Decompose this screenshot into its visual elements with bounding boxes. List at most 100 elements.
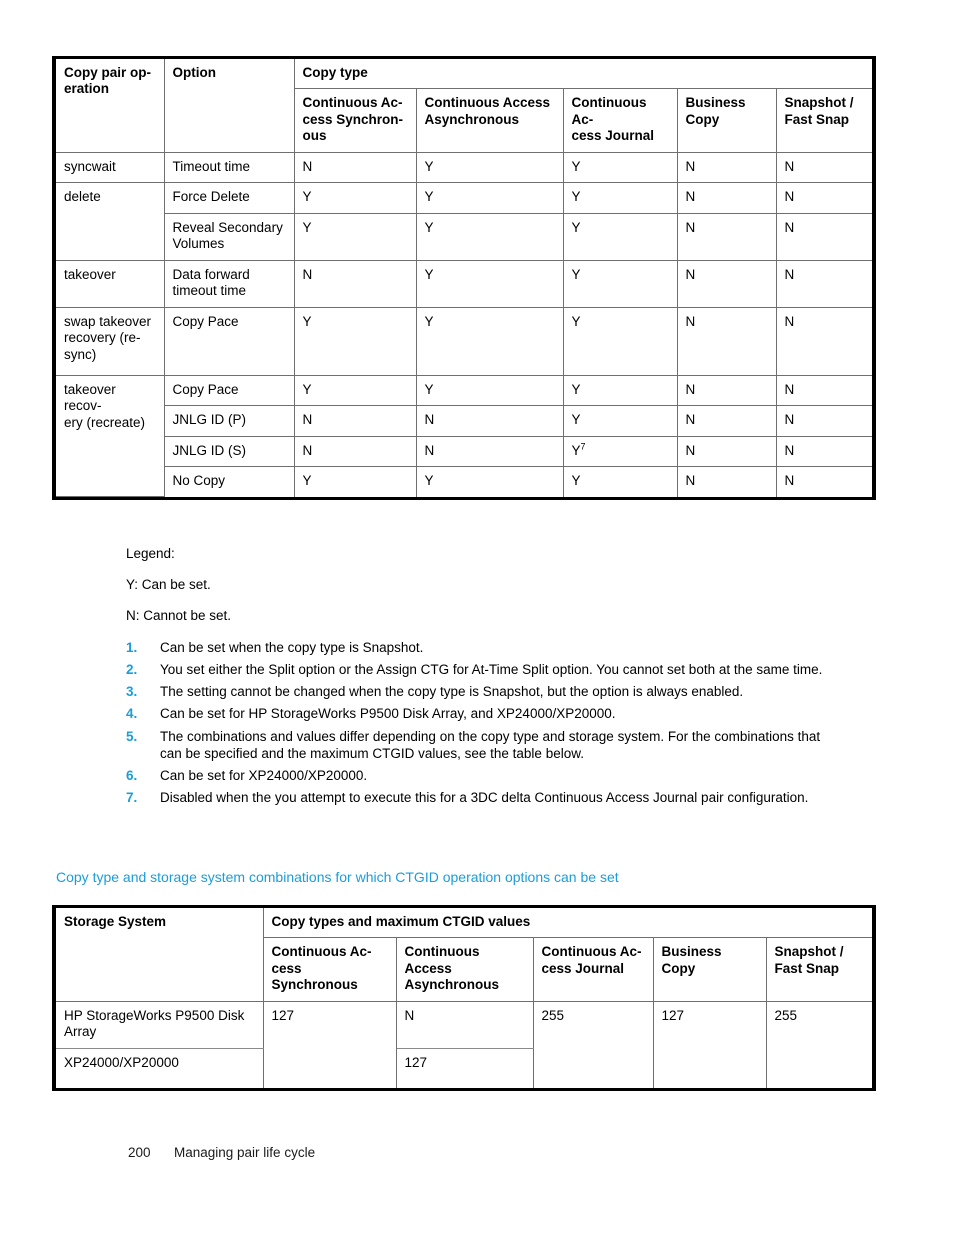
cell-option: Data forward timeout time: [163, 259, 295, 308]
cell-operation: delete: [56, 182, 165, 261]
cell-value: N: [293, 435, 417, 468]
table-row: syncwait Timeout time N Y Y N N: [56, 151, 873, 184]
cell-value: Y: [415, 182, 564, 214]
header-continuous-access-journal: Continuous Ac-cess Journal: [532, 937, 654, 1002]
table-row: JNLG ID (P) N N Y N N: [56, 405, 873, 437]
page-footer: 200 Managing pair life cycle: [128, 1145, 315, 1160]
footnote-number: 3.: [126, 684, 138, 700]
cell-value: Y: [415, 151, 564, 184]
cell-value: N: [415, 405, 564, 437]
cell-value: Y: [293, 374, 417, 407]
table-row: HP StorageWorks P9500 Disk Array 127 N 25…: [56, 1000, 873, 1089]
legend-title: Legend:: [126, 546, 175, 561]
cell-value: Y: [562, 151, 678, 184]
table-row: JNLG ID (S) N N Y7 N N: [56, 435, 873, 468]
footnote-item: 1. Can be set when the copy type is Snap…: [126, 639, 842, 656]
header-copy-type-group: Copy type: [293, 59, 873, 90]
table-row: takeover recov-ery (recreate) Copy Pace …: [56, 374, 873, 498]
footnote-item: 2. You set either the Split option or th…: [126, 661, 842, 678]
cell-value: Y: [562, 466, 678, 497]
footer-page-number: 200: [128, 1145, 151, 1160]
footnote-number: 4.: [126, 706, 138, 722]
header-snapshot-fast-snap: Snapshot / Fast Snap: [765, 937, 873, 1002]
cell-value: N: [775, 466, 873, 497]
document-page: Copy pair op-eration Option Copy type Co…: [0, 0, 954, 1235]
cell-value: N: [676, 466, 777, 497]
cell-storage-system: HP StorageWorks P9500 Disk Array: [56, 1000, 264, 1049]
header-copy-pair-operation: Copy pair op-eration: [56, 59, 165, 153]
ctgid-values-table: Storage System Copy types and maximum CT…: [56, 908, 873, 1089]
cell-ca-async-p9500-value: N: [395, 1000, 534, 1049]
cell-value: N: [676, 182, 777, 214]
footnote-item: 6. Can be set for XP24000/XP20000.: [126, 767, 842, 784]
cell-value: N: [676, 151, 777, 184]
cell-value: Y: [562, 306, 678, 376]
cell-value: Y: [562, 259, 678, 308]
cell-operation: syncwait: [56, 151, 165, 184]
cell-ca-async-xp-value: 127: [395, 1047, 534, 1089]
header-ctgid-group: Copy types and maximum CTGID values: [262, 908, 873, 939]
ctgid-table-caption-link[interactable]: Copy type and storage system combination…: [56, 869, 619, 885]
footnote-text: You set either the Split option or the A…: [160, 661, 823, 677]
cell-ca-sync-value: 127: [262, 1000, 397, 1089]
cell-value-with-footnote: Y7: [562, 435, 678, 468]
table-row: delete Force Delete Y Y Y N N: [56, 182, 873, 261]
table-body: syncwait Timeout time N Y Y N N delete F…: [56, 151, 873, 498]
cell-option: Timeout time: [163, 151, 295, 184]
copy-pair-operation-table: Copy pair op-eration Option Copy type Co…: [56, 59, 873, 498]
header-continuous-access-synchronous: Continuous Ac-cess Synchron-ous: [293, 88, 417, 153]
cell-operation: swap takeover recovery (re-sync): [56, 306, 165, 376]
cell-value: N: [676, 374, 777, 407]
cell-option: JNLG ID (P): [163, 405, 295, 437]
footnote-list: 1. Can be set when the copy type is Snap…: [126, 639, 842, 807]
footnote-text: Disabled when the you attempt to execute…: [160, 790, 809, 806]
cell-business-copy-value: 127: [652, 1000, 767, 1089]
footnote-number: 2.: [126, 661, 138, 677]
table-body: HP StorageWorks P9500 Disk Array 127 N 25…: [56, 1000, 873, 1089]
cell-value: N: [293, 259, 417, 308]
ctgid-values-table-wrapper: Storage System Copy types and maximum CT…: [52, 905, 877, 1096]
cell-value: N: [293, 151, 417, 184]
header-business-copy: Business Copy: [676, 88, 777, 153]
footnote-text: The combinations and values differ depen…: [160, 728, 821, 761]
cell-value: N: [293, 405, 417, 437]
cell-value: Y: [562, 405, 678, 437]
footnote-number: 7.: [126, 790, 138, 806]
cell-value: Y: [293, 466, 417, 497]
cell-value: N: [775, 306, 873, 376]
cell-value: Y: [562, 212, 678, 261]
copy-pair-operation-table-wrapper: Copy pair op-eration Option Copy type Co…: [52, 56, 877, 505]
header-business-copy: Business Copy: [652, 937, 767, 1002]
legend-n-line: N: Cannot be set.: [126, 607, 232, 623]
header-snapshot-fast-snap: Snapshot / Fast Snap: [775, 88, 873, 153]
cell-value: Y: [415, 374, 564, 407]
cell-value: N: [775, 435, 873, 468]
cell-value: N: [775, 374, 873, 407]
header-continuous-access-journal: Continuous Ac-cess Journal: [562, 88, 678, 153]
table-row: swap takeover recovery (re-sync) Copy Pac…: [56, 306, 873, 376]
header-continuous-access-synchronous: Continuous Ac-cess Synchronous: [262, 937, 397, 1002]
footnote-item: 4. Can be set for HP StorageWorks P9500 …: [126, 705, 842, 722]
cell-value: N: [775, 151, 873, 184]
cell-value: Y: [562, 182, 678, 214]
cell-option: Copy Pace: [163, 374, 295, 407]
footnote-number: 5.: [126, 728, 138, 744]
footnote-number: 6.: [126, 768, 138, 784]
cell-operation: takeover recov-ery (recreate): [56, 374, 165, 498]
header-continuous-access-asynchronous: Continuous Access Asynchronous: [415, 88, 564, 153]
cell-ca-journal-value: 255: [532, 1000, 654, 1089]
legend-y-line: Y: Can be set.: [126, 576, 211, 592]
cell-value: Y: [293, 182, 417, 214]
table-row: Reveal Secondary Volumes Y Y Y N N: [56, 212, 873, 261]
cell-value: N: [415, 435, 564, 468]
cell-option: Copy Pace: [163, 306, 295, 376]
legend-block: Legend: Y: Can be set. N: Cannot be set.…: [126, 546, 842, 812]
cell-value: Y: [293, 306, 417, 376]
table-frame: Copy pair op-eration Option Copy type Co…: [52, 56, 877, 501]
cell-value: N: [775, 182, 873, 214]
cell-storage-system: XP24000/XP20000: [56, 1047, 264, 1089]
cell-value: N: [676, 405, 777, 437]
table-row: takeover Data forward timeout time N Y Y …: [56, 259, 873, 308]
cell-value: Y: [415, 306, 564, 376]
table-header-row-group: Copy pair op-eration Option Copy type: [56, 59, 873, 153]
